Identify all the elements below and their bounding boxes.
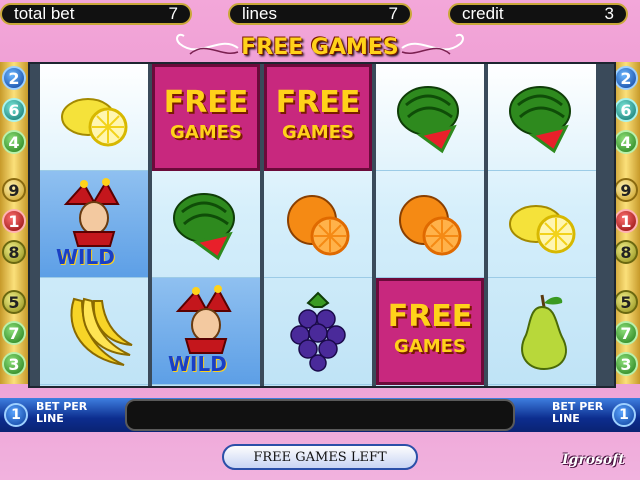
bet-per-line-right-label: BET PER LINE — [552, 400, 604, 425]
line-number[interactable]: 3 — [2, 352, 26, 376]
total-bet-display: total bet 7 — [0, 3, 192, 25]
line-number[interactable]: 2 — [2, 66, 26, 90]
pear-icon — [521, 294, 567, 371]
symbol-jester-wild: WILD — [40, 171, 148, 278]
wild-label: WILD — [168, 352, 227, 376]
line-number[interactable]: 6 — [2, 98, 26, 122]
symbol-pear — [488, 278, 596, 385]
bet-per-line-left-button[interactable]: 1 — [4, 403, 28, 427]
line-number[interactable]: 3 — [614, 352, 638, 376]
credit-label: credit — [462, 4, 504, 23]
watermelon-icon — [397, 86, 459, 154]
line-number[interactable]: 8 — [2, 240, 26, 264]
line-number[interactable]: 9 — [2, 178, 26, 202]
symbol-watermelon — [488, 64, 596, 171]
free-games-word2: GAMES — [394, 335, 466, 357]
line-number[interactable]: 4 — [2, 130, 26, 154]
line-number[interactable]: 5 — [2, 290, 26, 314]
watermelon-icon — [509, 86, 571, 154]
reel-2: FREE GAMES WILD — [152, 64, 260, 386]
symbol-watermelon — [152, 171, 260, 278]
line-number[interactable]: 5 — [614, 290, 638, 314]
lines-display: lines 7 — [228, 3, 412, 25]
free-games-word1: FREE — [387, 298, 473, 334]
free-games-word2: GAMES — [282, 121, 354, 143]
reels-frame: WILD FREE GAMES WILD FREE GAMES FREE GAM… — [28, 62, 616, 388]
free-games-title: FREE GAMES — [241, 34, 399, 60]
banana-icon — [70, 297, 133, 366]
message-display — [125, 399, 515, 431]
symbol-free-games: FREE GAMES — [264, 64, 372, 171]
reel-4: FREE GAMES — [376, 64, 484, 386]
reel-3: FREE GAMES — [264, 64, 372, 386]
watermelon-icon — [173, 193, 235, 261]
right-swirl-ornament — [401, 33, 464, 55]
blackberry-icon — [290, 291, 346, 372]
line-number[interactable]: 7 — [614, 321, 638, 345]
wild-label: WILD — [56, 245, 115, 269]
free-games-left-button[interactable]: FREE GAMES LEFT — [222, 444, 418, 470]
reel-1: WILD — [40, 64, 148, 386]
symbol-lemon — [40, 64, 148, 171]
orange-icon — [399, 195, 462, 256]
line-number[interactable]: 1 — [2, 209, 26, 233]
free-games-word2: GAMES — [170, 121, 242, 143]
symbol-blackberry — [264, 278, 372, 385]
lemon-icon — [509, 205, 576, 254]
free-games-word1: FREE — [275, 84, 361, 120]
symbol-free-games: FREE GAMES — [152, 64, 260, 171]
symbol-jester-wild: WILD — [152, 278, 260, 385]
free-games-word1: FREE — [163, 84, 249, 120]
total-bet-label: total bet — [14, 4, 75, 23]
line-number[interactable]: 6 — [614, 98, 638, 122]
line-number[interactable]: 2 — [614, 66, 638, 90]
symbol-orange — [376, 171, 484, 278]
reel-5 — [488, 64, 596, 386]
bet-per-line-right-button[interactable]: 1 — [612, 403, 636, 427]
symbol-free-games: FREE GAMES — [376, 278, 484, 385]
left-swirl-ornament — [176, 33, 239, 55]
orange-icon — [287, 195, 350, 256]
left-line-bar: 2 6 4 9 1 8 5 7 3 — [0, 62, 28, 384]
lines-label: lines — [242, 4, 277, 23]
right-line-bar: 2 6 4 9 1 8 5 7 3 — [612, 62, 640, 384]
line-number[interactable]: 4 — [614, 130, 638, 154]
bet-per-line-left-label: BET PER LINE — [36, 400, 88, 425]
symbol-orange — [264, 171, 372, 278]
brand-logo: Igrosoft — [562, 452, 625, 468]
line-number[interactable]: 7 — [2, 321, 26, 345]
line-number[interactable]: 1 — [614, 209, 638, 233]
credit-value: 3 — [604, 4, 614, 23]
symbol-lemon — [488, 171, 596, 278]
line-number[interactable]: 9 — [614, 178, 638, 202]
total-bet-value: 7 — [168, 4, 178, 23]
lemon-icon — [61, 98, 128, 147]
line-number[interactable]: 8 — [614, 240, 638, 264]
symbol-watermelon — [376, 64, 484, 171]
credit-display: credit 3 — [448, 3, 628, 25]
lines-value: 7 — [388, 4, 398, 23]
symbol-banana — [40, 278, 148, 385]
